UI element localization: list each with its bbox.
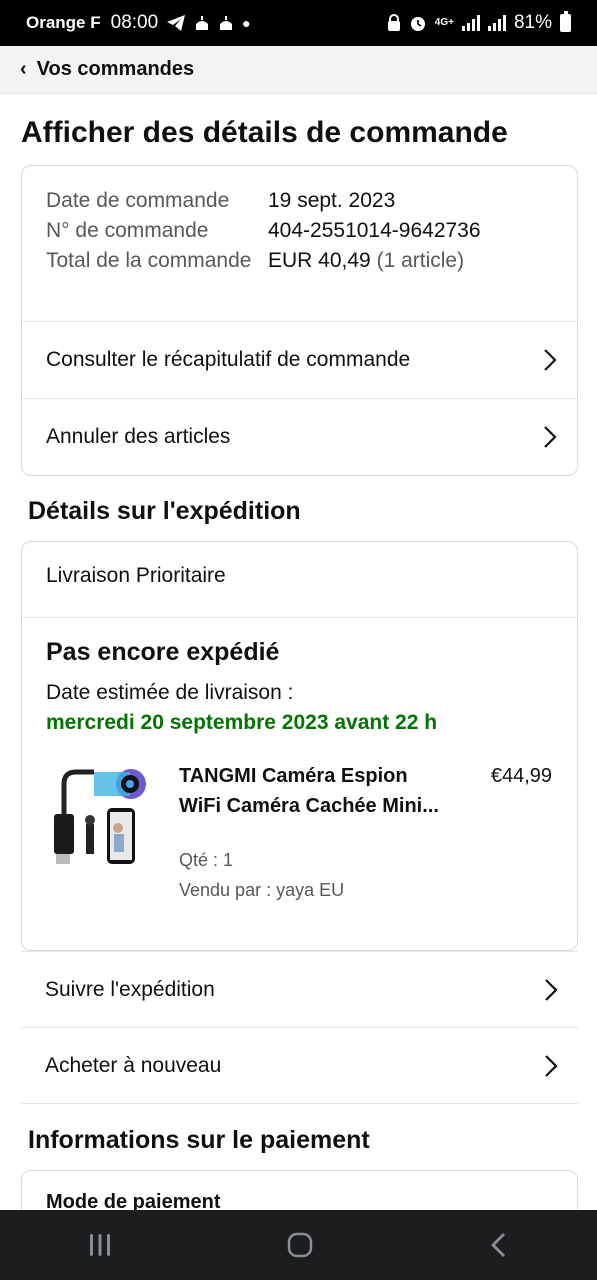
- order-date-row: Date de commande 19 sept. 2023: [46, 186, 556, 216]
- alarm-icon: [410, 17, 425, 31]
- telegram-icon: [167, 15, 186, 31]
- order-summary-link[interactable]: Consulter le récapitulatif de commande: [22, 321, 577, 398]
- product-quantity: Qté : 1: [179, 850, 234, 870]
- track-shipment-link[interactable]: Suivre l'expédition: [21, 951, 578, 1027]
- mosque-icon: [196, 16, 209, 30]
- clock: 08:00: [110, 12, 159, 33]
- order-summary-link-label: Consulter le récapitulatif de commande: [46, 348, 411, 371]
- cancel-items-link-label: Annuler des articles: [46, 425, 231, 448]
- battery-percent: 81%: [513, 12, 552, 33]
- system-icons: 4G+ 81%: [387, 11, 571, 34]
- shipping-method: Livraison Prioritaire: [46, 564, 226, 587]
- shipment-status: Pas encore expédié: [46, 638, 280, 666]
- divider: [22, 617, 577, 618]
- order-number-value: 404-2551014-9642736: [268, 219, 481, 242]
- delivery-estimate-date: mercredi 20 septembre 2023 avant 22 h: [46, 711, 438, 734]
- signal-icon: [461, 15, 480, 31]
- status-bar: Orange F 08:00 ● 4G+ 81%: [0, 0, 597, 46]
- order-date-value: 19 sept. 2023: [268, 189, 396, 212]
- buy-again-label: Acheter à nouveau: [45, 1053, 222, 1077]
- lock-icon: [387, 14, 400, 31]
- back-link[interactable]: Vos commandes: [37, 58, 194, 81]
- recent-apps-icon[interactable]: [87, 1232, 113, 1258]
- chevron-right-icon: [544, 426, 557, 448]
- page-title: Afficher des détails de commande: [21, 116, 508, 149]
- divider: [21, 1103, 578, 1104]
- order-total-value: EUR 40,49: [268, 249, 371, 272]
- product-image[interactable]: [46, 762, 156, 872]
- home-icon[interactable]: [286, 1231, 314, 1259]
- buy-again-link[interactable]: Acheter à nouveau: [21, 1027, 578, 1103]
- back-chevron-icon[interactable]: ‹: [20, 58, 27, 81]
- order-total-label: Total de la commande: [46, 249, 252, 272]
- delivery-estimate-label: Date estimée de livraison :: [46, 681, 294, 704]
- order-info: Date de commande 19 sept. 2023 N° de com…: [46, 186, 556, 276]
- order-summary-card: Date de commande 19 sept. 2023 N° de com…: [21, 165, 578, 476]
- order-total-value-wrap: EUR 40,49 (1 article): [268, 246, 464, 276]
- page-content: Afficher des détails de commande Date de…: [0, 94, 597, 1210]
- order-total-row: Total de la commande EUR 40,49 (1 articl…: [46, 246, 556, 276]
- payment-card: Mode de paiement: [21, 1170, 578, 1210]
- dot-icon: ●: [242, 15, 251, 31]
- track-shipment-label: Suivre l'expédition: [45, 977, 215, 1001]
- order-date-label: Date de commande: [46, 189, 230, 212]
- battery-icon: [560, 11, 571, 32]
- product-price: €44,99: [490, 765, 552, 787]
- signal-icon-2: [487, 15, 506, 31]
- carrier-name: Orange F: [26, 13, 101, 32]
- order-number-row: N° de commande 404-2551014-9642736: [46, 216, 556, 246]
- product-title[interactable]: TANGMI Caméra Espion WiFi Caméra Cachée …: [179, 761, 449, 821]
- system-nav-bar: [0, 1210, 597, 1280]
- product-seller: Vendu par : yaya EU: [179, 880, 345, 900]
- shipping-section-title: Détails sur l'expédition: [28, 497, 301, 525]
- chevron-right-icon: [545, 1055, 558, 1077]
- back-icon[interactable]: [488, 1231, 510, 1259]
- mosque-icon-2: [220, 16, 233, 30]
- order-number-label: N° de commande: [46, 219, 209, 242]
- chevron-right-icon: [545, 979, 558, 1001]
- chevron-right-icon: [544, 349, 557, 371]
- top-nav: ‹ Vos commandes: [0, 46, 597, 94]
- payment-method-label: Mode de paiement: [46, 1191, 221, 1210]
- cancel-items-link[interactable]: Annuler des articles: [22, 398, 577, 475]
- network-type: 4G+: [434, 17, 454, 28]
- notification-icons: ●: [166, 14, 251, 32]
- shipment-card: Livraison Prioritaire Pas encore expédié…: [21, 541, 578, 951]
- payment-section-title: Informations sur le paiement: [28, 1126, 370, 1154]
- order-item-count: (1 article): [376, 249, 465, 272]
